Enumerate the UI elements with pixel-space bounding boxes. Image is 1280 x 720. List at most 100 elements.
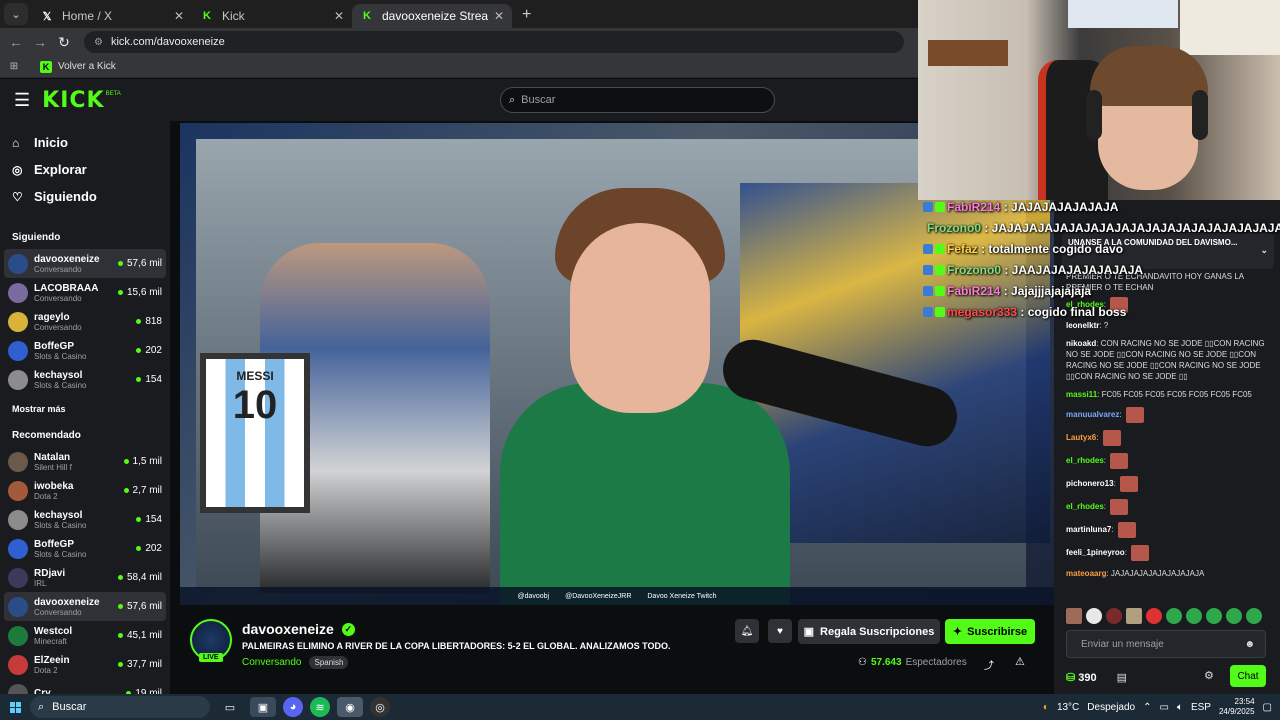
sidebar-channel[interactable]: Natalan Silent Hill f 1,5 mil: [0, 447, 170, 476]
volume-icon[interactable]: 🔈︎: [1177, 702, 1183, 713]
sidebar-channel[interactable]: BoffeGP Slots & Casino 202: [0, 534, 170, 563]
sidebar-channel[interactable]: LACOBRAAA Conversando 15,6 mil: [0, 278, 170, 307]
weather-temp[interactable]: 13°C: [1057, 702, 1079, 713]
emote[interactable]: [1146, 608, 1162, 624]
sidebar-channel[interactable]: RDjavi IRL 58,4 mil: [0, 563, 170, 592]
sidebar-channel[interactable]: davooxeneize Conversando 57,6 mil: [4, 249, 166, 278]
subscribe-button[interactable]: ✦ Suscribirse: [945, 619, 1035, 644]
sidebar-channel[interactable]: BoffeGP Slots & Casino 202: [0, 336, 170, 365]
streamer-name[interactable]: davooxeneize ✓: [242, 621, 355, 637]
category-link[interactable]: Conversando: [242, 657, 301, 668]
sidebar-channel[interactable]: Westcol Minecraft 45,1 mil: [0, 621, 170, 650]
tab-search-button[interactable]: ⌄: [4, 3, 28, 25]
chat-username[interactable]: el_rhodes: [1066, 456, 1104, 465]
show-more-link[interactable]: Mostrar más: [0, 394, 170, 418]
language-indicator[interactable]: ESP: [1191, 702, 1211, 713]
new-tab-button[interactable]: +: [522, 6, 531, 24]
browser-tab-stream[interactable]: K davooxeneize Stream - Watch Live ✕: [352, 4, 512, 28]
emote[interactable]: [1186, 608, 1202, 624]
search-placeholder: Buscar: [521, 94, 556, 106]
forward-arrow-icon[interactable]: →: [28, 34, 52, 50]
chevron-up-icon[interactable]: ⌃: [1143, 702, 1151, 713]
chat-message-input[interactable]: Enviar un mensaje ☻: [1066, 630, 1266, 658]
kick-logo[interactable]: KICK: [42, 88, 104, 113]
channel-points[interactable]: ⛁ 390: [1066, 671, 1097, 684]
bookmark-volver-a-kick[interactable]: Volver a Kick: [58, 61, 116, 72]
close-icon[interactable]: ✕: [494, 9, 504, 23]
gift-subs-button[interactable]: ▣ Regala Suscripciones: [798, 619, 940, 644]
clock[interactable]: 23:54 24/9/2025: [1219, 697, 1255, 717]
chat-username[interactable]: pichonero13: [1066, 479, 1114, 488]
avatar: [8, 369, 28, 390]
emote[interactable]: [1086, 608, 1102, 624]
notification-bell-button[interactable]: 🔔︎: [735, 619, 759, 643]
avatar: [8, 538, 28, 559]
follow-heart-button[interactable]: ♥: [768, 619, 792, 643]
menu-hamburger-icon[interactable]: ☰: [14, 90, 30, 111]
emote[interactable]: [1246, 608, 1262, 624]
site-info-icon[interactable]: ⚙: [94, 37, 103, 48]
emote[interactable]: [1106, 608, 1122, 624]
reload-icon[interactable]: ↻: [52, 34, 76, 51]
notifications-icon[interactable]: ▢: [1263, 702, 1272, 713]
chat-username[interactable]: feeli_1pineyroo: [1066, 548, 1125, 557]
chat-message: el_rhodes:: [1066, 453, 1271, 469]
sidebar-channel[interactable]: davooxeneize Conversando 57,6 mil: [4, 592, 166, 621]
viewer-count: 58,4 mil: [117, 572, 162, 583]
task-view-icon[interactable]: ▭: [217, 697, 243, 717]
url-text: kick.com/davooxeneize: [110, 36, 225, 48]
emote[interactable]: [1226, 608, 1242, 624]
chrome-icon[interactable]: ◉: [337, 697, 363, 717]
close-icon[interactable]: ✕: [174, 9, 184, 23]
chat-username[interactable]: leonelktr: [1066, 321, 1099, 330]
chat-username[interactable]: martinluna7: [1066, 525, 1111, 534]
avatar: [8, 654, 28, 675]
gift-icon: ▣: [803, 626, 815, 638]
chat-send-button[interactable]: Chat: [1230, 665, 1266, 687]
emote[interactable]: [1166, 608, 1182, 624]
chat-username[interactable]: nikoakd: [1066, 339, 1096, 348]
discord-icon[interactable]: ◕: [283, 697, 303, 717]
share-icon[interactable]: ⤴: [984, 657, 994, 672]
chat-username[interactable]: Lautyx6: [1066, 433, 1096, 442]
close-icon[interactable]: ✕: [334, 9, 344, 23]
nav-inicio[interactable]: ⌂ Inicio: [0, 129, 170, 156]
spotify-icon[interactable]: ≋: [310, 697, 330, 717]
nav-siguiendo[interactable]: ♡ Siguiendo: [0, 183, 170, 210]
language-tag[interactable]: Spanish: [309, 656, 349, 669]
gear-icon[interactable]: ⚙: [1204, 669, 1214, 682]
sidebar-channel[interactable]: rageylo Conversando 818: [0, 307, 170, 336]
channel-category: Slots & Casino: [34, 520, 87, 530]
emote[interactable]: [1066, 608, 1082, 624]
emote[interactable]: [1126, 608, 1142, 624]
nav-explorar[interactable]: ◎ Explorar: [0, 156, 170, 183]
sidebar-channel[interactable]: Cry 19 mil: [0, 679, 170, 694]
chat-message: feeli_1pineyroo:: [1066, 545, 1271, 561]
chat-username[interactable]: manuualvarez: [1066, 410, 1119, 419]
taskbar-search[interactable]: ⌕ Buscar: [30, 696, 210, 718]
sidebar-channel[interactable]: kechaysol Slots & Casino 154: [0, 365, 170, 394]
emote[interactable]: [1206, 608, 1222, 624]
apps-grid-icon[interactable]: ⊞: [2, 61, 26, 72]
sidebar-channel[interactable]: ElZeein Dota 2 37,7 mil: [0, 650, 170, 679]
left-sidebar: ⌂ Inicio ◎ Explorar ♡ Siguiendo Siguiend…: [0, 121, 170, 694]
chat-username[interactable]: el_rhodes: [1066, 502, 1104, 511]
app-icon[interactable]: ▣: [250, 697, 276, 717]
browser-tab-x[interactable]: 𝕏 Home / X ✕: [32, 4, 192, 28]
sidebar-channel[interactable]: iwobeka Dota 2 2,7 mil: [0, 476, 170, 505]
chat-username[interactable]: mateoaarg: [1066, 569, 1106, 578]
following-title: Siguiendo: [12, 232, 61, 243]
sidebar-channel[interactable]: kechaysol Slots & Casino 154: [0, 505, 170, 534]
back-arrow-icon[interactable]: ←: [4, 34, 28, 50]
url-field[interactable]: ⚙ kick.com/davooxeneize: [84, 31, 904, 53]
search-input[interactable]: ⌕ Buscar: [500, 87, 775, 113]
emoji-icon[interactable]: ☻: [1244, 639, 1255, 650]
network-icon[interactable]: ▭: [1159, 702, 1168, 713]
chat-username[interactable]: massi11: [1066, 390, 1097, 399]
store-icon[interactable]: ▤: [1117, 671, 1127, 684]
report-warning-icon[interactable]: ⚠: [1015, 655, 1025, 668]
obs-icon[interactable]: ◎: [370, 697, 390, 717]
windows-start-icon[interactable]: [0, 701, 30, 713]
browser-tab-kick[interactable]: K Kick ✕: [192, 4, 352, 28]
channel-name: Natalan: [34, 451, 71, 463]
